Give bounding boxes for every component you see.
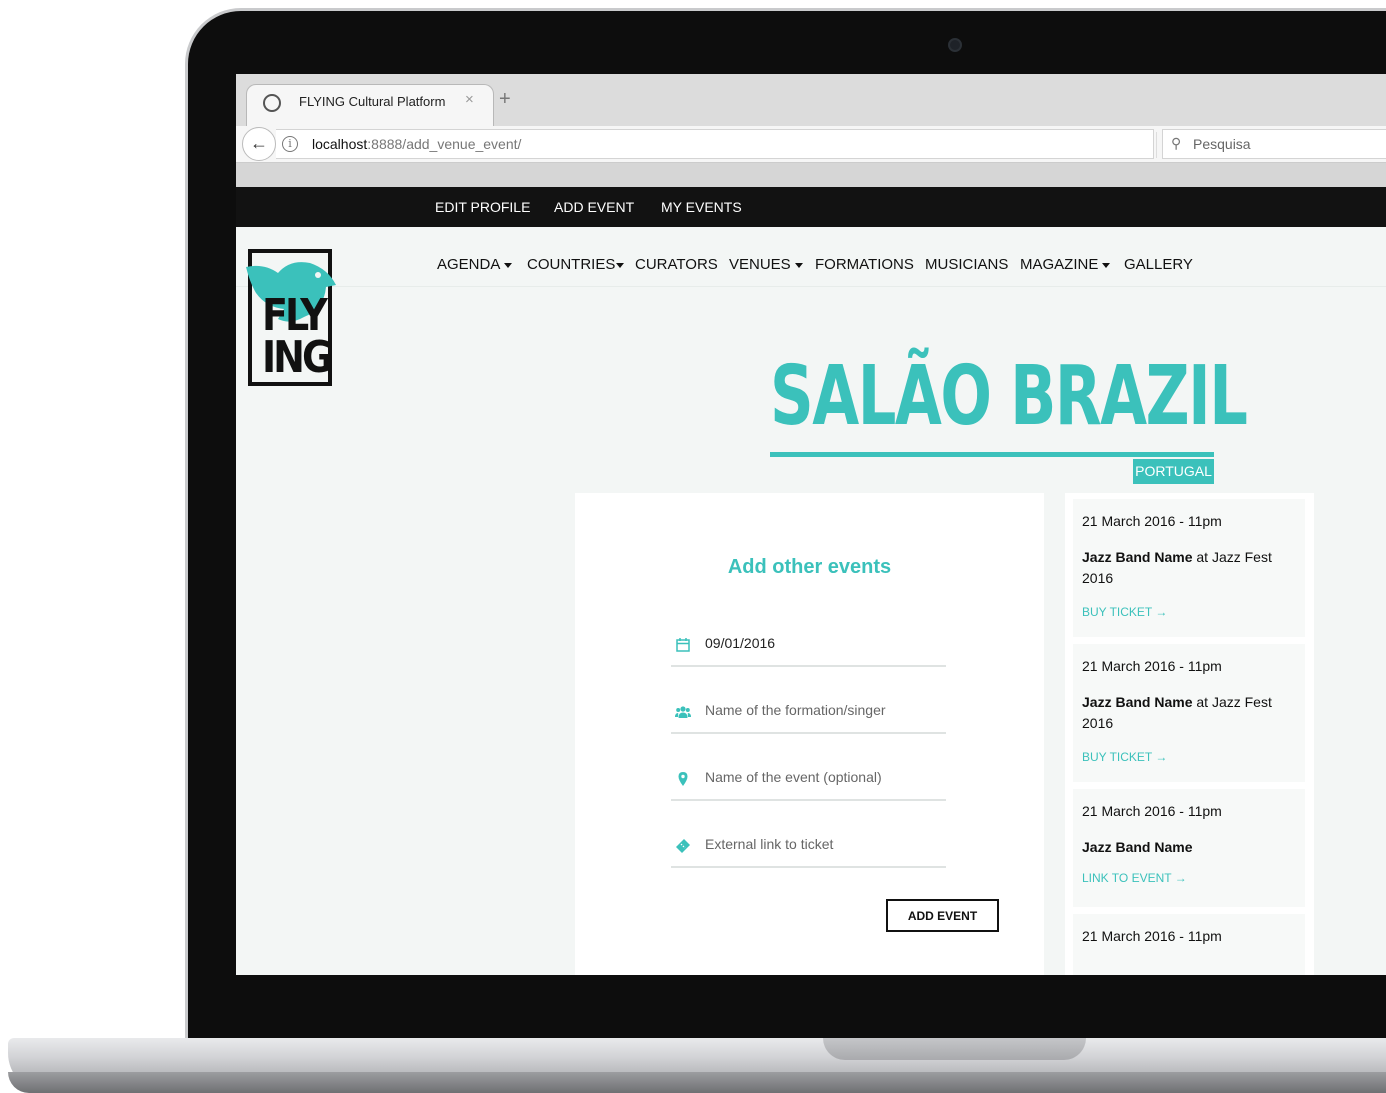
add-event-form: Add other events 09/01/2016 Name of the …: [575, 493, 1044, 975]
event-date: 21 March 2016 - 11pm: [1082, 658, 1222, 674]
nav-curators[interactable]: CURATORS: [635, 256, 718, 273]
event-card: 21 March 2016 - 11pm Jazz Band Name at J…: [1073, 499, 1305, 637]
main-nav: AGENDA COUNTRIES CURATORS VENUES FORMATI…: [236, 227, 1386, 287]
event-name-field[interactable]: [671, 763, 946, 801]
flying-logo[interactable]: FLY ING: [246, 249, 336, 386]
venue-title: SALÃO BRAZIL: [770, 349, 1248, 444]
buy-ticket-link[interactable]: BUY TICKET →: [1082, 750, 1167, 764]
map-pin-icon: [678, 772, 688, 786]
event-title: Jazz Band Name at Jazz Fest 2016: [1082, 549, 1272, 586]
topnav-my-events[interactable]: MY EVENTS: [661, 199, 742, 215]
nav-magazine[interactable]: MAGAZINE: [1020, 256, 1111, 273]
event-date: 21 March 2016 - 11pm: [1082, 928, 1222, 944]
laptop-base-edge: [8, 1072, 1386, 1093]
ticket-link-field[interactable]: [671, 830, 946, 868]
site-favicon-icon: [263, 94, 281, 112]
chevron-down-icon: [616, 262, 625, 268]
form-heading: Add other events: [727, 556, 892, 578]
ticket-icon: [676, 839, 690, 853]
topnav-add-event[interactable]: ADD EVENT: [554, 199, 634, 215]
add-event-button[interactable]: ADD EVENT: [886, 899, 999, 932]
users-icon: [675, 706, 691, 718]
event-card: 21 March 2016 - 11pm Jazz Band Name LINK…: [1073, 789, 1305, 907]
browser-search-field[interactable]: ⚲ Pesquisa: [1162, 129, 1386, 159]
chevron-down-icon: [794, 262, 803, 268]
event-card: 21 March 2016 - 11pm: [1073, 914, 1305, 975]
nav-formations[interactable]: FORMATIONS: [815, 256, 914, 273]
topnav-edit-profile[interactable]: EDIT PROFILE: [435, 199, 530, 215]
nav-gallery[interactable]: GALLERY: [1124, 256, 1193, 273]
browser-tabbar: FLYING Cultural Platform × +: [236, 74, 1386, 126]
search-placeholder: Pesquisa: [1193, 136, 1251, 152]
formation-field[interactable]: [671, 696, 946, 734]
event-card: 21 March 2016 - 11pm Jazz Band Name at J…: [1073, 644, 1305, 782]
url-text: localhost:8888/add_venue_event/: [312, 136, 522, 152]
browser-toolbar-spacer: [236, 162, 1386, 187]
address-bar[interactable]: i localhost:8888/add_venue_event/ ↻: [276, 129, 1182, 159]
nav-venues[interactable]: VENUES: [729, 256, 803, 273]
date-field[interactable]: [671, 629, 946, 667]
buy-ticket-link[interactable]: BUY TICKET →: [1082, 605, 1167, 619]
close-tab-icon[interactable]: ×: [465, 91, 474, 108]
info-icon[interactable]: i: [282, 136, 298, 152]
venue-country-badge: PORTUGAL: [1133, 459, 1214, 484]
browser-toolbar: ← i localhost:8888/add_venue_event/ ↻ ⚲ …: [236, 126, 1386, 162]
laptop-notch: [823, 1038, 1086, 1060]
event-date: 21 March 2016 - 11pm: [1082, 513, 1222, 529]
formation-input[interactable]: [705, 702, 940, 718]
event-date: 21 March 2016 - 11pm: [1082, 803, 1222, 819]
event-link[interactable]: LINK TO EVENT →: [1082, 871, 1187, 885]
camera: [948, 38, 962, 52]
logo-text-ing: ING: [262, 331, 333, 383]
search-icon: ⚲: [1171, 135, 1182, 151]
event-title: Jazz Band Name: [1082, 839, 1193, 855]
nav-countries[interactable]: COUNTRIES: [527, 256, 625, 273]
nav-musicians[interactable]: MUSICIANS: [925, 256, 1008, 273]
new-tab-icon[interactable]: +: [499, 88, 511, 111]
screen: FLYING Cultural Platform × + ← i localho…: [236, 74, 1386, 975]
ticket-link-input[interactable]: [705, 836, 940, 852]
chevron-down-icon: [504, 262, 513, 268]
date-input[interactable]: [705, 635, 940, 651]
user-topnav: EDIT PROFILE ADD EVENT MY EVENTS: [236, 187, 1386, 227]
calendar-icon: [676, 638, 690, 652]
event-name-input[interactable]: [705, 769, 940, 785]
events-list: 21 March 2016 - 11pm Jazz Band Name at J…: [1065, 493, 1314, 975]
chevron-down-icon: [1102, 262, 1111, 268]
browser-tab[interactable]: FLYING Cultural Platform ×: [246, 84, 494, 126]
event-title: Jazz Band Name at Jazz Fest 2016: [1082, 694, 1272, 731]
tab-title: FLYING Cultural Platform: [299, 94, 446, 109]
back-button[interactable]: ←: [242, 127, 276, 161]
venue-title-underline: [770, 452, 1214, 457]
nav-agenda[interactable]: AGENDA: [437, 256, 513, 273]
